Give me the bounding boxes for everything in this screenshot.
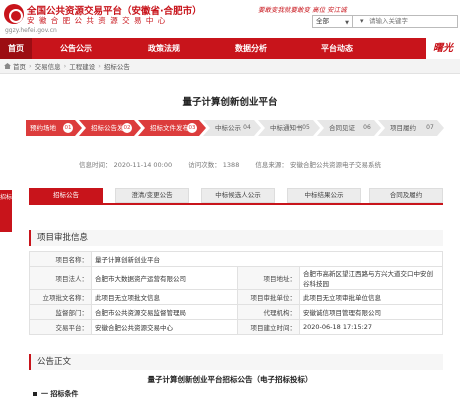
step-number: 06: [363, 124, 371, 131]
label-platform: 交易平台：: [29, 319, 92, 335]
info-line: 信息时间： 2020-11-14 00:00 访问次数： 1388 信息来源： …: [0, 159, 460, 169]
step-label: 项目履约: [390, 124, 416, 132]
breadcrumb-engineering[interactable]: 工程建设: [69, 61, 95, 71]
step-6[interactable]: 合同见证 06: [317, 120, 381, 136]
breadcrumb: 首页 › 交易信息 › 工程建设 › 招标公告: [0, 59, 460, 74]
tab-results[interactable]: 中标结果公示: [287, 188, 361, 203]
table-row: 项目法人： 合肥市大数据资产运营有限公司 项目地址： 合肥市高新区望江西路与方兴…: [29, 266, 443, 290]
breadcrumb-separator: ›: [63, 62, 67, 70]
bullet-icon: [33, 392, 37, 396]
label-address: 项目地址：: [237, 266, 300, 290]
label-created: 项目建立时间：: [237, 319, 300, 335]
section-heading-notice: 公告正文: [29, 354, 443, 370]
info-time: 信息时间： 2020-11-14 00:00: [79, 161, 173, 169]
value-agent: 安徽诚信项目管理有限公司: [299, 304, 443, 320]
table-row: 监督部门： 合肥市公共资源交易监督管理局 代理机构： 安徽诚信项目管理有限公司: [29, 304, 443, 320]
nav-notices[interactable]: 公告公示: [32, 38, 120, 59]
search-category-value: 全部: [316, 17, 329, 25]
step-2[interactable]: 招标公告发布 02: [79, 120, 141, 136]
step-5[interactable]: 中标通知书 05: [258, 120, 320, 136]
step-label: 合同见证: [329, 124, 355, 132]
review-table: 项目名称： 量子计算创新创业平台 项目法人： 合肥市大数据资产运营有限公司 项目…: [29, 251, 443, 335]
search-input[interactable]: [369, 17, 449, 26]
info-source: 信息来源： 安徽合肥公共资源电子交易系统: [255, 161, 381, 169]
breadcrumb-trade-info[interactable]: 交易信息: [35, 61, 61, 71]
value-legal: 合肥市大数据资产运营有限公司: [91, 266, 238, 290]
main-nav: 首页 公告公示 政策法规 数据分析 平台动态 曙光: [0, 38, 460, 59]
value-platform: 安徽合肥公共资源交易中心: [91, 319, 238, 335]
step-7[interactable]: 项目履约 07: [378, 120, 444, 136]
label-approval-org: 项目审批单位：: [237, 289, 300, 305]
tab-clarification[interactable]: 澄清/变更公告: [115, 188, 189, 203]
step-3[interactable]: 招标文件发布 03: [138, 120, 206, 136]
slogan: 要敢变我就要敢变 高位 安江诚: [258, 6, 347, 14]
breadcrumb-separator: ›: [98, 62, 101, 70]
side-tab-label: 招标: [0, 194, 13, 201]
step-number: 02: [123, 125, 131, 131]
nav-policy[interactable]: 政策法规: [120, 38, 208, 59]
search-box: 全部 ▼ ▾: [312, 15, 458, 28]
step-number: 01: [64, 125, 72, 131]
label-agent: 代理机构：: [237, 304, 300, 320]
value-approval-doc: 此项目无立项批文信息: [91, 289, 238, 305]
step-label: 中标通知书: [270, 124, 303, 132]
label-supervisor: 监督部门：: [29, 304, 92, 320]
label-project-name: 项目名称：: [29, 251, 92, 267]
calligraphy-logo: 曙光: [426, 38, 460, 59]
notice-section-1-text: 一 招标条件: [41, 390, 79, 398]
home-icon: [4, 63, 11, 69]
value-created: 2020-06-18 17:15:27: [299, 319, 443, 335]
step-number: 07: [426, 124, 434, 131]
value-project-name: 量子计算创新创业平台: [91, 251, 443, 267]
site-header: 全国公共资源交易平台（安徽省·合肥市） 安 徽 合 肥 公 共 资 源 交 易 …: [0, 0, 460, 38]
value-address: 合肥市高新区望江西路与方兴大道交口中安创谷科技园: [299, 266, 443, 290]
step-label: 中标公示: [215, 124, 241, 132]
step-label: 招标文件发布: [150, 124, 189, 132]
tab-candidates[interactable]: 中标候选人公示: [201, 188, 275, 203]
step-label: 预约场地: [30, 124, 56, 132]
site-logo-icon[interactable]: [4, 4, 24, 24]
value-supervisor: 合肥市公共资源交易监督管理局: [91, 304, 238, 320]
step-number: 03: [188, 125, 196, 131]
tab-contract[interactable]: 合同及履约: [369, 188, 443, 203]
search-icon: ▾: [360, 17, 364, 25]
progress-steps: 预约场地 01 招标公告发布 02 招标文件发布 03 中标公示 04 中标通知…: [26, 120, 444, 136]
breadcrumb-separator: ›: [29, 62, 32, 70]
label-approval-doc: 立项批文名称：: [29, 289, 92, 305]
info-views: 访问次数： 1388: [188, 161, 240, 169]
notice-tabs: 招标公告 澄清/变更公告 中标候选人公示 中标结果公示 合同及履约: [29, 188, 443, 205]
table-row: 交易平台： 安徽合肥公共资源交易中心 项目建立时间： 2020-06-18 17…: [29, 319, 443, 335]
section-heading-review: 项目审批信息: [29, 230, 443, 246]
site-subtitle: 安 徽 合 肥 公 共 资 源 交 易 中 心: [27, 16, 167, 25]
nav-platform-news[interactable]: 平台动态: [294, 38, 380, 59]
breadcrumb-current: 招标公告: [103, 63, 130, 71]
nav-home[interactable]: 首页: [0, 38, 32, 59]
tab-tender-notice[interactable]: 招标公告: [29, 188, 103, 203]
label-legal: 项目法人：: [29, 266, 92, 290]
breadcrumb-home[interactable]: 首页: [13, 61, 26, 71]
table-row: 立项批文名称： 此项目无立项批文信息 项目审批单位： 此项目无立项审批单位信息: [29, 289, 443, 305]
table-row: 项目名称： 量子计算创新创业平台: [29, 251, 443, 267]
search-category-select[interactable]: 全部 ▼: [313, 16, 353, 27]
step-1[interactable]: 预约场地 01: [26, 120, 82, 136]
page-title: 量子计算创新创业平台: [182, 97, 278, 108]
step-number: 05: [302, 124, 310, 131]
step-4[interactable]: 中标公示 04: [203, 120, 261, 136]
notice-section-1: 一 招标条件: [33, 389, 78, 399]
site-domain: ggzy.hefei.gov.cn: [5, 27, 57, 34]
notice-title: 量子计算创新创业平台招标公告（电子招标投标）: [147, 375, 313, 384]
value-approval-org: 此项目无立项审批单位信息: [299, 289, 443, 305]
nav-data-analysis[interactable]: 数据分析: [208, 38, 294, 59]
chevron-down-icon: ▼: [345, 20, 349, 26]
step-number: 04: [243, 124, 251, 131]
side-floating-tab[interactable]: 招标: [0, 190, 12, 232]
